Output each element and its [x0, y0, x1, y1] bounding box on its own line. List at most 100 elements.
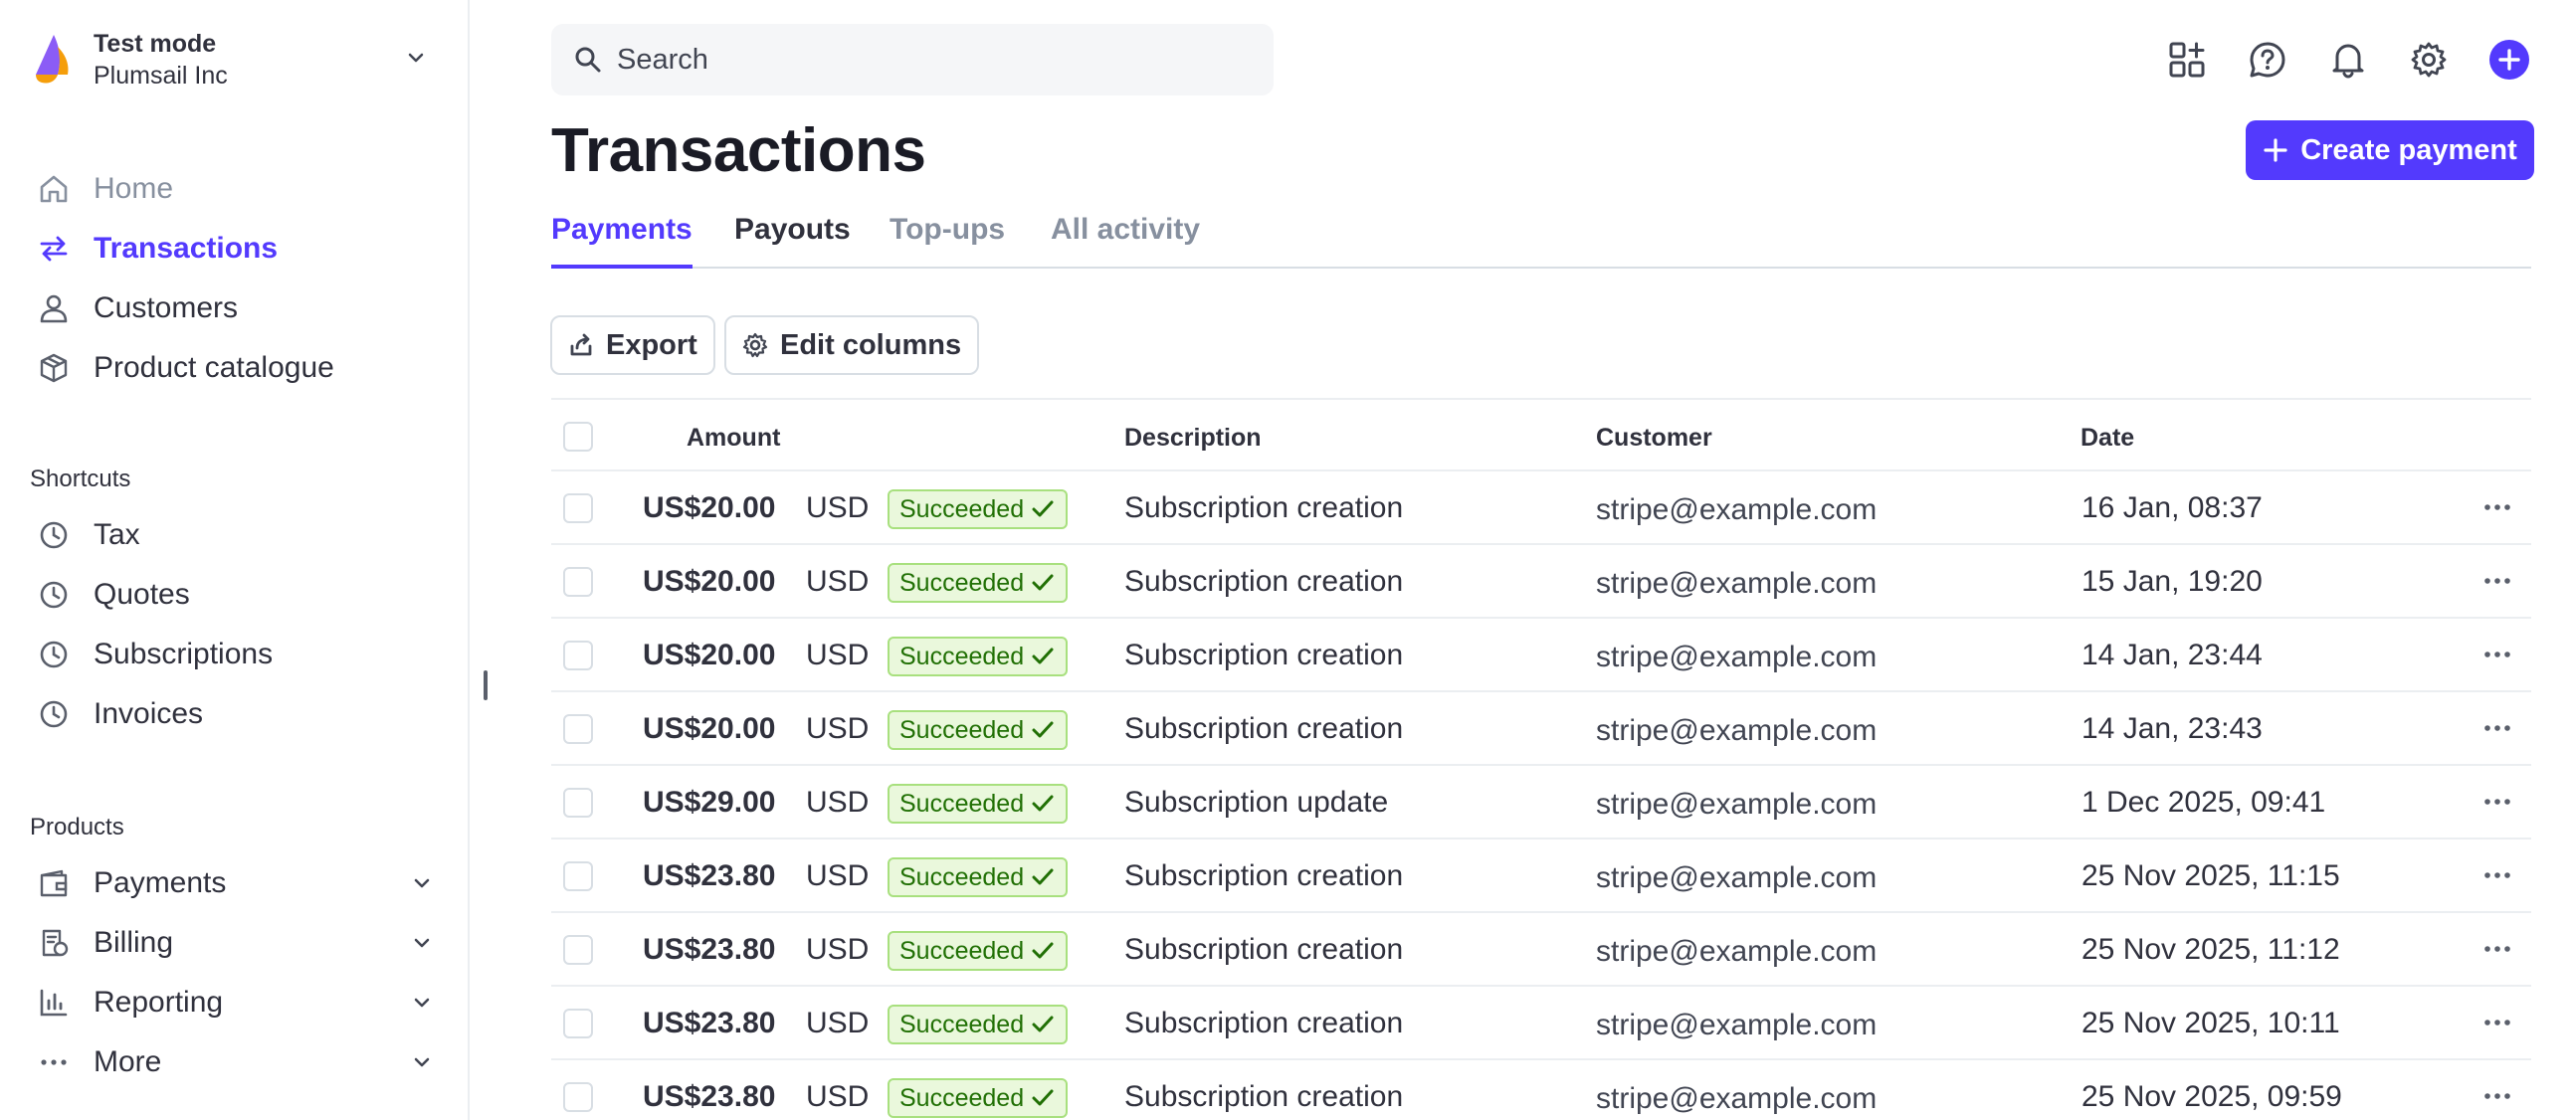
search-icon [575, 47, 601, 73]
customer-email[interactable]: stripe@example.com [1596, 861, 1877, 895]
payment-amount: US$23.80 [643, 1080, 776, 1113]
status-badge: Succeeded [888, 857, 1069, 897]
sidebar-item-subscriptions[interactable]: Subscriptions [36, 629, 434, 680]
checkmark-icon [1032, 574, 1054, 591]
customer-email[interactable]: stripe@example.com [1596, 788, 1877, 822]
tab-payouts[interactable]: Payouts [734, 213, 851, 265]
create-payment-button[interactable]: Create payment [2246, 120, 2534, 180]
sidebar-resize-handle[interactable] [484, 670, 488, 700]
row-checkbox[interactable] [563, 788, 593, 818]
payments-table: Amount Description Customer Date US$20.0… [551, 398, 2531, 1120]
account-switcher[interactable]: Test mode Plumsail Inc [30, 28, 428, 92]
help-button[interactable] [2246, 38, 2289, 82]
row-actions-button[interactable] [2477, 491, 2517, 523]
apps-add-button[interactable] [2165, 38, 2209, 82]
edit-columns-label: Edit columns [780, 328, 962, 361]
billing-icon [36, 925, 72, 961]
table-row[interactable]: US$29.00 USD Succeeded Subscription upda… [551, 766, 2531, 840]
payment-currency: USD [806, 639, 870, 671]
customer-email[interactable]: stripe@example.com [1596, 1009, 1877, 1042]
row-actions-button[interactable] [2477, 859, 2517, 891]
sidebar-item-label: Home [94, 172, 174, 205]
column-header-description[interactable]: Description [1124, 424, 1262, 453]
checkmark-icon [1032, 500, 1054, 517]
edit-columns-button[interactable]: Edit columns [724, 315, 980, 375]
checkmark-icon [1032, 648, 1054, 664]
create-payment-label: Create payment [2300, 133, 2517, 166]
payment-currency: USD [806, 1007, 870, 1039]
payment-currency: USD [806, 786, 870, 819]
customer-email[interactable]: stripe@example.com [1596, 567, 1877, 601]
export-button[interactable]: Export [550, 315, 715, 375]
table-row[interactable]: US$23.80 USD Succeeded Subscription crea… [551, 840, 2531, 913]
table-row[interactable]: US$20.00 USD Succeeded Subscription crea… [551, 619, 2531, 692]
plus-circle-icon [2489, 40, 2529, 80]
payment-amount: US$23.80 [643, 933, 776, 966]
customer-email[interactable]: stripe@example.com [1596, 1082, 1877, 1116]
sidebar-item-invoices[interactable]: Invoices [36, 688, 434, 740]
ellipsis-icon [2484, 1093, 2510, 1099]
row-checkbox[interactable] [563, 935, 593, 965]
search-bar[interactable] [551, 24, 1274, 95]
sidebar-item-more[interactable]: More [36, 1036, 434, 1088]
row-checkbox[interactable] [563, 861, 593, 891]
row-checkbox[interactable] [563, 493, 593, 523]
payment-description: Subscription creation [1124, 1080, 1404, 1113]
status-label: Succeeded [899, 936, 1025, 965]
row-checkbox[interactable] [563, 1082, 593, 1112]
row-actions-button[interactable] [2477, 639, 2517, 670]
table-row[interactable]: US$23.80 USD Succeeded Subscription crea… [551, 1060, 2531, 1120]
sidebar-item-label: More [94, 1045, 162, 1078]
status-badge: Succeeded [888, 784, 1069, 824]
status-badge: Succeeded [888, 710, 1069, 750]
row-actions-button[interactable] [2477, 786, 2517, 818]
customer-email[interactable]: stripe@example.com [1596, 493, 1877, 527]
customer-email[interactable]: stripe@example.com [1596, 935, 1877, 969]
customer-email[interactable]: stripe@example.com [1596, 714, 1877, 748]
settings-button[interactable] [2407, 38, 2451, 82]
table-body: US$20.00 USD Succeeded Subscription crea… [551, 471, 2531, 1120]
table-row[interactable]: US$23.80 USD Succeeded Subscription crea… [551, 987, 2531, 1060]
payment-date: 25 Nov 2025, 10:11 [2081, 1007, 2340, 1039]
column-header-customer[interactable]: Customer [1596, 424, 1712, 453]
sidebar-item-billing[interactable]: Billing [36, 917, 434, 969]
sidebar-item-transactions[interactable]: Transactions [36, 223, 434, 275]
sidebar-item-tax[interactable]: Tax [36, 509, 434, 561]
payment-date: 25 Nov 2025, 11:15 [2081, 859, 2340, 892]
sidebar-item-customers[interactable]: Customers [36, 282, 434, 334]
row-checkbox[interactable] [563, 1009, 593, 1038]
sidebar-item-home[interactable]: Home [36, 163, 434, 215]
table-row[interactable]: US$23.80 USD Succeeded Subscription crea… [551, 913, 2531, 987]
row-actions-button[interactable] [2477, 1007, 2517, 1038]
quick-create-button[interactable] [2487, 38, 2531, 82]
row-actions-button[interactable] [2477, 565, 2517, 597]
column-header-date[interactable]: Date [2081, 424, 2134, 453]
sidebar-item-reporting[interactable]: Reporting [36, 977, 434, 1028]
sidebar-item-payments[interactable]: Payments [36, 857, 434, 909]
column-header-amount[interactable]: Amount [687, 424, 780, 453]
row-checkbox[interactable] [563, 567, 593, 597]
table-row[interactable]: US$20.00 USD Succeeded Subscription crea… [551, 692, 2531, 766]
sidebar-item-product-catalogue[interactable]: Product catalogue [36, 342, 434, 394]
ellipsis-icon [2484, 504, 2510, 510]
search-input[interactable] [617, 43, 1234, 77]
user-icon [36, 290, 72, 326]
sidebar-item-quotes[interactable]: Quotes [36, 569, 434, 621]
tab-payments[interactable]: Payments [551, 213, 693, 269]
table-row[interactable]: US$20.00 USD Succeeded Subscription crea… [551, 545, 2531, 619]
table-row[interactable]: US$20.00 USD Succeeded Subscription crea… [551, 471, 2531, 545]
customer-email[interactable]: stripe@example.com [1596, 641, 1877, 674]
row-checkbox[interactable] [563, 714, 593, 744]
row-checkbox[interactable] [563, 641, 593, 670]
row-actions-button[interactable] [2477, 933, 2517, 965]
select-all-checkbox[interactable] [563, 422, 593, 452]
payment-date: 14 Jan, 23:43 [2081, 712, 2263, 745]
notifications-button[interactable] [2326, 38, 2370, 82]
payment-description: Subscription creation [1124, 933, 1404, 966]
row-actions-button[interactable] [2477, 1080, 2517, 1112]
clock-icon [36, 577, 72, 613]
row-actions-button[interactable] [2477, 712, 2517, 744]
tab-all-activity[interactable]: All activity [1051, 213, 1200, 265]
tab-top-ups[interactable]: Top-ups [890, 213, 1005, 265]
payment-description: Subscription creation [1124, 565, 1404, 598]
